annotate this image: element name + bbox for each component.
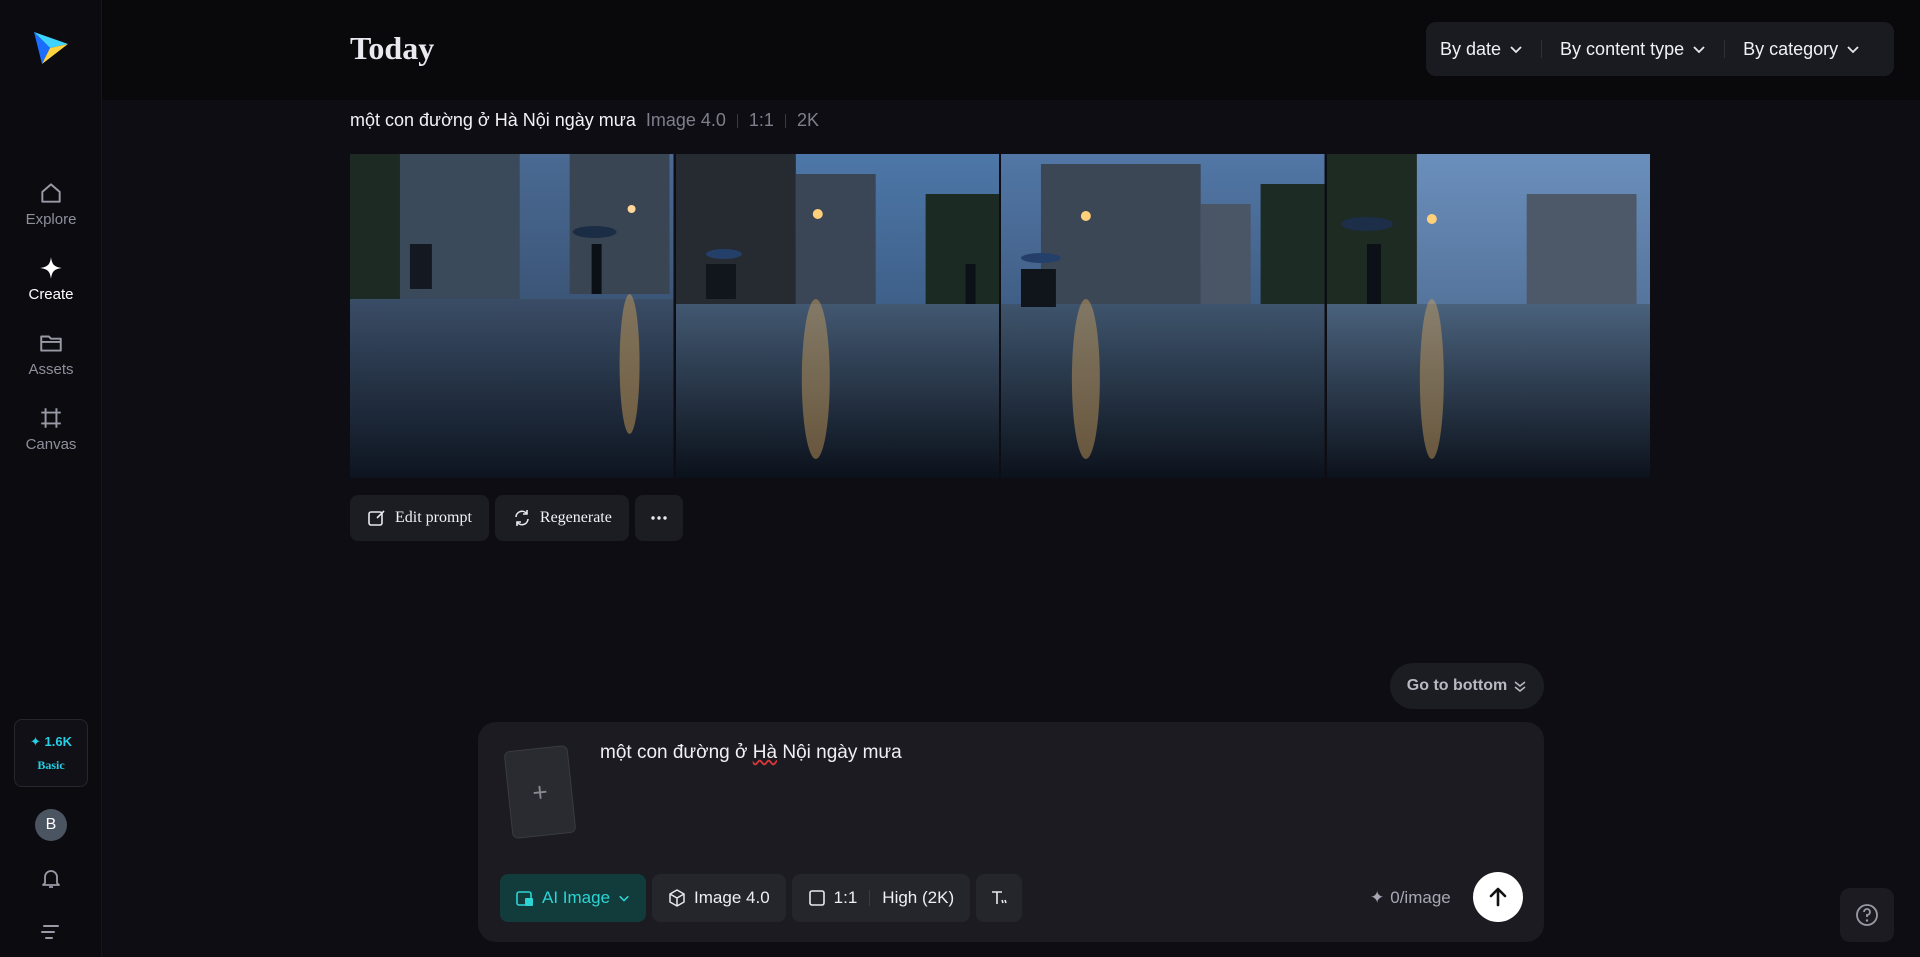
bell-icon[interactable] bbox=[39, 866, 63, 890]
divider bbox=[1541, 40, 1543, 58]
add-reference-image-button[interactable]: + bbox=[503, 744, 577, 840]
mode-label: AI Image bbox=[542, 888, 611, 907]
cost-label: 0/image bbox=[1390, 888, 1451, 907]
composer-toolbar: AI Image Image 4.0 1:1 High (2K) bbox=[500, 874, 1023, 922]
regenerate-button[interactable]: Regenerate bbox=[494, 495, 629, 541]
prompt-composer: + một con đường ở Hà Nội ngày mưa AI Ima… bbox=[478, 722, 1544, 942]
text-format-icon bbox=[992, 891, 1007, 904]
canvas-icon bbox=[41, 408, 61, 428]
generation-ratio: 1:1 bbox=[748, 110, 774, 130]
generation-header: một con đường ở Hà Nội ngày mưa Image 4.… bbox=[350, 110, 819, 131]
credits-amount: ✦ 1.6K bbox=[30, 733, 72, 749]
generation-prompt: một con đường ở Hà Nội ngày mưa bbox=[350, 110, 636, 130]
generation-actions: Edit prompt Regenerate bbox=[350, 495, 683, 541]
generation-model: Image 4.0 bbox=[645, 110, 726, 130]
image-gallery bbox=[350, 154, 1650, 478]
sparkle-icon: ✦ bbox=[1370, 888, 1385, 907]
cube-icon bbox=[669, 889, 685, 907]
square-ratio-icon bbox=[808, 890, 825, 906]
folder-icon bbox=[40, 335, 62, 352]
generation-resolution: 2K bbox=[796, 110, 819, 130]
sidebar-item-label: Explore bbox=[25, 211, 77, 228]
ratio-label: 1:1 bbox=[833, 888, 858, 907]
refresh-icon bbox=[515, 510, 529, 526]
sidebar-item-canvas[interactable]: Canvas bbox=[0, 405, 102, 453]
menu-icon[interactable] bbox=[40, 922, 62, 942]
sidebar-item-create[interactable]: Create bbox=[0, 255, 102, 303]
sidebar: Explore Create Assets Canvas ✦ 1.6K Basi… bbox=[0, 0, 102, 957]
generated-image[interactable] bbox=[350, 154, 674, 478]
generated-image[interactable] bbox=[675, 154, 999, 478]
ratio-quality-button[interactable]: 1:1 High (2K) bbox=[791, 874, 971, 922]
credits-badge[interactable]: ✦ 1.6K Basic bbox=[14, 719, 88, 787]
sidebar-item-label: Create bbox=[28, 286, 74, 303]
filter-label: By category bbox=[1743, 38, 1839, 59]
sidebar-item-explore[interactable]: Explore bbox=[0, 180, 102, 228]
arrow-up-icon bbox=[1489, 887, 1507, 907]
spellcheck-word: Hà bbox=[752, 742, 778, 763]
divider bbox=[869, 890, 871, 906]
divider bbox=[736, 113, 738, 128]
filter-label: By date bbox=[1440, 38, 1502, 59]
chevron-down-icon bbox=[1510, 46, 1522, 54]
cost-indicator: ✦ 0/image bbox=[1370, 888, 1451, 908]
mode-select-ai-image[interactable]: AI Image bbox=[500, 874, 647, 922]
send-button[interactable] bbox=[1473, 872, 1523, 922]
prompt-input-text: Nội ngày mưa bbox=[777, 742, 902, 763]
sidebar-item-label: Canvas bbox=[25, 436, 77, 453]
quality-label: High (2K) bbox=[882, 888, 955, 907]
sidebar-item-label: Assets bbox=[28, 361, 74, 378]
plan-label: Basic bbox=[37, 757, 65, 772]
go-to-bottom-button[interactable]: Go to bottom bbox=[1390, 663, 1544, 709]
more-icon bbox=[651, 516, 667, 520]
prompt-input[interactable]: một con đường ở Hà Nội ngày mưa bbox=[600, 742, 902, 764]
sidebar-item-assets[interactable]: Assets bbox=[0, 330, 102, 378]
regenerate-label: Regenerate bbox=[539, 509, 612, 526]
home-icon bbox=[41, 183, 61, 203]
go-to-bottom-label: Go to bottom bbox=[1406, 677, 1508, 694]
filter-bar: By date By content type By category bbox=[1426, 22, 1894, 76]
filter-by-date[interactable]: By date bbox=[1440, 39, 1523, 60]
divider bbox=[1724, 40, 1726, 58]
help-button[interactable] bbox=[1840, 888, 1894, 942]
model-label: Image 4.0 bbox=[694, 888, 770, 907]
avatar[interactable]: B bbox=[35, 809, 67, 841]
edit-icon bbox=[368, 510, 385, 526]
generated-image[interactable] bbox=[1326, 154, 1650, 478]
filter-by-content-type[interactable]: By content type bbox=[1560, 39, 1706, 60]
chevron-down-icon bbox=[1693, 46, 1705, 54]
plus-icon: + bbox=[530, 775, 550, 808]
chevron-down-icon bbox=[1847, 46, 1859, 54]
divider bbox=[784, 113, 786, 128]
chevron-down-icon bbox=[619, 895, 629, 902]
edit-prompt-label: Edit prompt bbox=[395, 509, 472, 526]
text-style-button[interactable] bbox=[976, 874, 1023, 922]
edit-prompt-button[interactable]: Edit prompt bbox=[350, 495, 489, 541]
image-icon bbox=[516, 891, 533, 906]
generated-image[interactable] bbox=[1001, 154, 1325, 478]
logo-icon[interactable] bbox=[32, 30, 70, 66]
filter-label: By content type bbox=[1560, 38, 1685, 59]
model-select-button[interactable]: Image 4.0 bbox=[652, 874, 786, 922]
page-title: Today bbox=[350, 30, 435, 66]
sparkle-icon bbox=[40, 257, 62, 279]
filter-by-category[interactable]: By category bbox=[1743, 39, 1860, 60]
double-chevron-down-icon bbox=[1514, 681, 1526, 692]
prompt-input-text: một con đường ở bbox=[600, 742, 753, 763]
more-options-button[interactable] bbox=[634, 495, 683, 541]
help-icon bbox=[1856, 904, 1878, 926]
